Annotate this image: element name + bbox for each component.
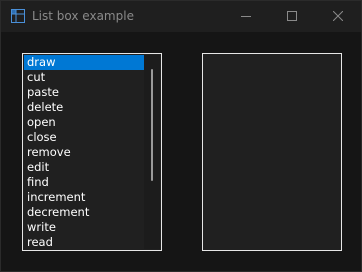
title-bar[interactable]: List box example: [1, 1, 361, 32]
list-item[interactable]: cut: [24, 70, 144, 85]
list-item[interactable]: paste: [24, 85, 144, 100]
list-item-selected[interactable]: draw: [24, 55, 144, 70]
list-item[interactable]: open: [24, 115, 144, 130]
list-item[interactable]: write: [24, 220, 144, 235]
list-item[interactable]: close: [24, 130, 144, 145]
source-listbox[interactable]: draw cut paste delete open close remove …: [22, 53, 162, 251]
list-item[interactable]: edit: [24, 160, 144, 175]
list-item[interactable]: delete: [24, 100, 144, 115]
minimize-button[interactable]: [223, 1, 269, 32]
list-item[interactable]: decrement: [24, 205, 144, 220]
list-item[interactable]: remove: [24, 145, 144, 160]
list-item[interactable]: read: [24, 235, 144, 250]
scrollbar-thumb[interactable]: [151, 69, 153, 181]
window: List box example draw cut paste delete o…: [0, 0, 362, 272]
vertical-scrollbar[interactable]: [144, 55, 160, 249]
list-item[interactable]: find: [24, 175, 144, 190]
close-icon: [333, 11, 343, 21]
app-grid-icon: [11, 9, 25, 23]
source-list-items: draw cut paste delete open close remove …: [24, 55, 144, 250]
list-item[interactable]: increment: [24, 190, 144, 205]
minimize-icon: [241, 16, 251, 17]
window-title: List box example: [32, 9, 134, 23]
maximize-icon: [287, 11, 297, 21]
target-listbox[interactable]: [202, 53, 342, 251]
maximize-button[interactable]: [269, 1, 315, 32]
close-button[interactable]: [315, 1, 361, 32]
